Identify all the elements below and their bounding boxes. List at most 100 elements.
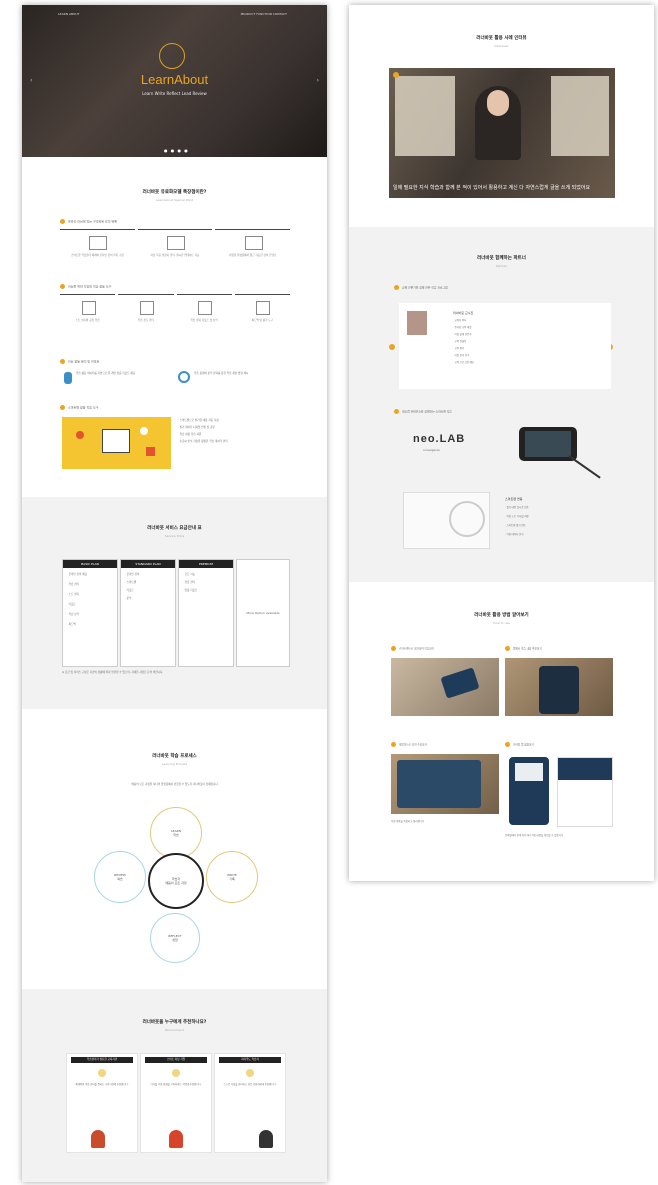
bullet-icon [60, 359, 65, 364]
plan-card-standard[interactable]: STANDARD PLAN · 온라인 강의 · 스마트펜 · 리포트 · 분석 [120, 559, 176, 667]
interview-video[interactable]: 일에 필요한 지식 학습과 함께 본 적이 있어서 활용하고 계신 다 자연스럽… [389, 68, 615, 198]
feature-group-3-label: 러닝 활동 분석 및 리포트 [68, 359, 100, 364]
persona-card: 스마트 러닝 기업 디지털 학습 환경을 구축하려는 기업에 추천합니다. [140, 1053, 212, 1153]
nav-logo[interactable]: LEARN ABOUT [58, 12, 79, 16]
partner-title: 러너바웃 함께하는 파트너 [477, 256, 526, 261]
plan-card-basic[interactable]: BASIC PLAN · 온라인 강의 제공 · 학습 관리 · 노트 필기 ·… [62, 559, 118, 667]
lightbulb-icon [76, 431, 84, 439]
pricing-note: ※ 요금 및 서비스 구성은 기관의 상황에 따라 변경될 수 있으며, 자세한… [62, 671, 164, 674]
neolab-sub: convergence [423, 449, 440, 452]
plan-line: · 전담 관리 [183, 581, 196, 584]
cycle-node-center: 학습자 배움의 모든 과정 [148, 853, 204, 909]
profile-line: · 교육학 박사 [453, 319, 467, 322]
cycle-node-write: WRITE 기록 [206, 851, 258, 903]
app-screen-1 [509, 757, 549, 825]
persona-icon [246, 1069, 254, 1077]
howto-photo-2 [505, 658, 613, 716]
right-page: 러너바웃 활용 사례 인터뷰 Interview 일에 필요한 지식 학습과 함… [349, 5, 654, 881]
pen-dock [403, 492, 490, 549]
howto-step-4: 모바일 앱 활용하기 [505, 742, 613, 748]
nav-menu[interactable]: PRODUCT FUNCTION CONTACT [241, 12, 287, 16]
howto-caption-2: 모바일에서 언제 어디서나 학습 내용을 확인할 수 있습니다 [505, 834, 564, 837]
pen-feature-list: 스마트펜 연동 · 필기 내용 실시간 전송 · 학습 노트 디지털 저장 · … [505, 497, 615, 537]
profile-name: 러너바웃 교수진 [453, 311, 474, 315]
process-title: 러너바웃 학습 프로세스 [152, 754, 197, 759]
persona-card: 학습관리가 필요한 교육기관 체계적인 학습 관리를 원하는 교육기관에 추천합… [66, 1053, 138, 1153]
whiteboard-left [395, 76, 455, 156]
feature-group-1: 온라인 러닝에 있는 구조화된 강의 목록 [60, 219, 117, 224]
app-header [515, 763, 543, 781]
persona-text: 스스로 학습을 관리하고 싶은 학습자에게 추천합니다. [223, 1083, 277, 1086]
features-title: 러너바웃 유료화모델 특장점이란? [142, 190, 207, 195]
feature-card-text: 러닝 목표 설정과 관리, 실시간 업데이트 기능 [150, 254, 200, 257]
bullet-icon [394, 285, 399, 290]
pricing-title: 러너바웃 서비스 요금안내 표 [147, 526, 202, 531]
smartpen-icon [568, 455, 601, 479]
pen-dial-icon [449, 501, 485, 537]
video-caption: 일에 필요한 지식 학습과 함께 본 적이 있어서 활용하고 계신 다 자연스럽… [393, 185, 591, 191]
feature-card: 피드백 및 평가 도구 [234, 294, 290, 335]
profile-photo [407, 311, 427, 335]
howto-step-3: 태블릿으로 강의 수강하기 [391, 742, 499, 748]
smartpen-feature-line: · 필기 데이터 디지털 변환 및 공유 [178, 426, 215, 429]
person-figure-icon [64, 372, 72, 384]
person-avatar-icon [259, 1130, 273, 1148]
video-title: 러너바웃 활용 사례 인터뷰 [476, 36, 527, 41]
speaker-face [487, 90, 509, 116]
features-subtitle: LearnAbout Special Point [155, 198, 194, 202]
profile-list: · 교육학 박사 · 온라인 교육 개발 · 학습 설계 전문가 · 교육 컨설… [453, 319, 603, 365]
plan-line: · 온라인 강의 제공 [67, 573, 88, 576]
partner-section: 러너바웃 함께하는 파트너 Partner 교육 전문가와 함께 만든 학습 프… [349, 227, 654, 582]
app-screen-2 [557, 757, 613, 827]
feature-card-text: 노트 필기와 공유 학습 [75, 319, 100, 322]
cycle-node-label: WRITE 기록 [227, 873, 237, 881]
app-header [558, 758, 612, 780]
pen-feature-line: · 학습 데이터 분석 [505, 533, 524, 536]
plan-line: · 리포트 [67, 603, 76, 606]
plan-line: · 맞춤 리포트 [183, 589, 198, 592]
process-intro: 배움의 모든 과정을 하나의 플랫폼에서 경험할 수 있도록 러너바웃이 함께합… [131, 783, 219, 786]
smartpen-feature-line: · 손글씨 인식 기술을 활용한 학습 데이터 관리 [178, 440, 228, 443]
howto-step-1: 스마트펜으로 필기하며 학습하기 [391, 646, 499, 652]
more-option-label: More Option Available [246, 611, 280, 615]
howto-step-label: 스마트펜으로 필기하며 학습하기 [399, 647, 435, 651]
cycle-node-review: REVIEW 복습 [94, 851, 146, 903]
video-section: 러너바웃 활용 사례 인터뷰 Interview 일에 필요한 지식 학습과 함… [349, 5, 654, 227]
smartpen-illustration [62, 417, 171, 469]
howto-step-2: 앱에서 학습 내용 확인하기 [505, 646, 613, 652]
persona-header: 스마트 러닝 기업 [145, 1057, 207, 1063]
neolab-logo: neo.LAB [413, 433, 466, 445]
feature-group-2: 러닝을 위한 다양한 학습 활동 도구 [60, 284, 111, 289]
carousel-dots[interactable]: ● ● ● ● [164, 148, 189, 153]
phone-icon [539, 666, 579, 714]
plan-line: · 온라인 강의 [125, 573, 140, 576]
feature-card: 학습 진도 관리 [118, 294, 174, 335]
plan-line: · 피드백 [67, 623, 76, 626]
plan-header: BASIC PLAN [63, 560, 117, 568]
plan-card-premium[interactable]: PREMIUM · 모든 기능 · 전담 관리 · 맞춤 리포트 [178, 559, 234, 667]
persona-header: 자기주도 학습자 [219, 1057, 281, 1063]
cycle-node-reflect: REFLECT 성찰 [150, 913, 200, 963]
play-icon[interactable] [393, 72, 399, 78]
howto-subtitle: How to use [493, 621, 510, 625]
pen-feature-line: · 필기 내용 실시간 전송 [505, 506, 529, 509]
report-icon [198, 301, 213, 315]
prev-slide-icon[interactable] [389, 344, 395, 350]
plan-card-more[interactable]: More Option Available [236, 559, 290, 667]
feature-card-text: 다양한 플랫폼에서 접근 가능한 강의 콘텐츠 [229, 254, 277, 257]
step-number-icon [391, 646, 396, 651]
partner-subtitle: Partner [496, 264, 507, 268]
pen-feature-line: · 학습 노트 디지털 저장 [505, 515, 529, 518]
profile-line: · 교육 컨설팅 [453, 340, 467, 343]
cycle-node-label: 학습자 배움의 모든 과정 [165, 877, 187, 885]
hero-brand: LearnAbout [140, 72, 209, 87]
tablet-icon [397, 760, 481, 808]
howto-title: 러너바웃 활용 방법 알아보기 [474, 613, 529, 618]
pricing-subtitle: Service Price [164, 534, 185, 538]
pen-feature-line: · 스마트펜 필기 연동 [505, 524, 526, 527]
profile-card: 러너바웃 교수진 · 교육학 박사 · 온라인 교육 개발 · 학습 설계 전문… [399, 303, 611, 389]
persona-icon [98, 1069, 106, 1077]
bullet-icon [60, 219, 65, 224]
partner-1-label: 교육 전문가와 함께 만든 학습 프로그램 [402, 285, 448, 290]
feature-card-text: 학습 진도 관리 [137, 319, 154, 322]
